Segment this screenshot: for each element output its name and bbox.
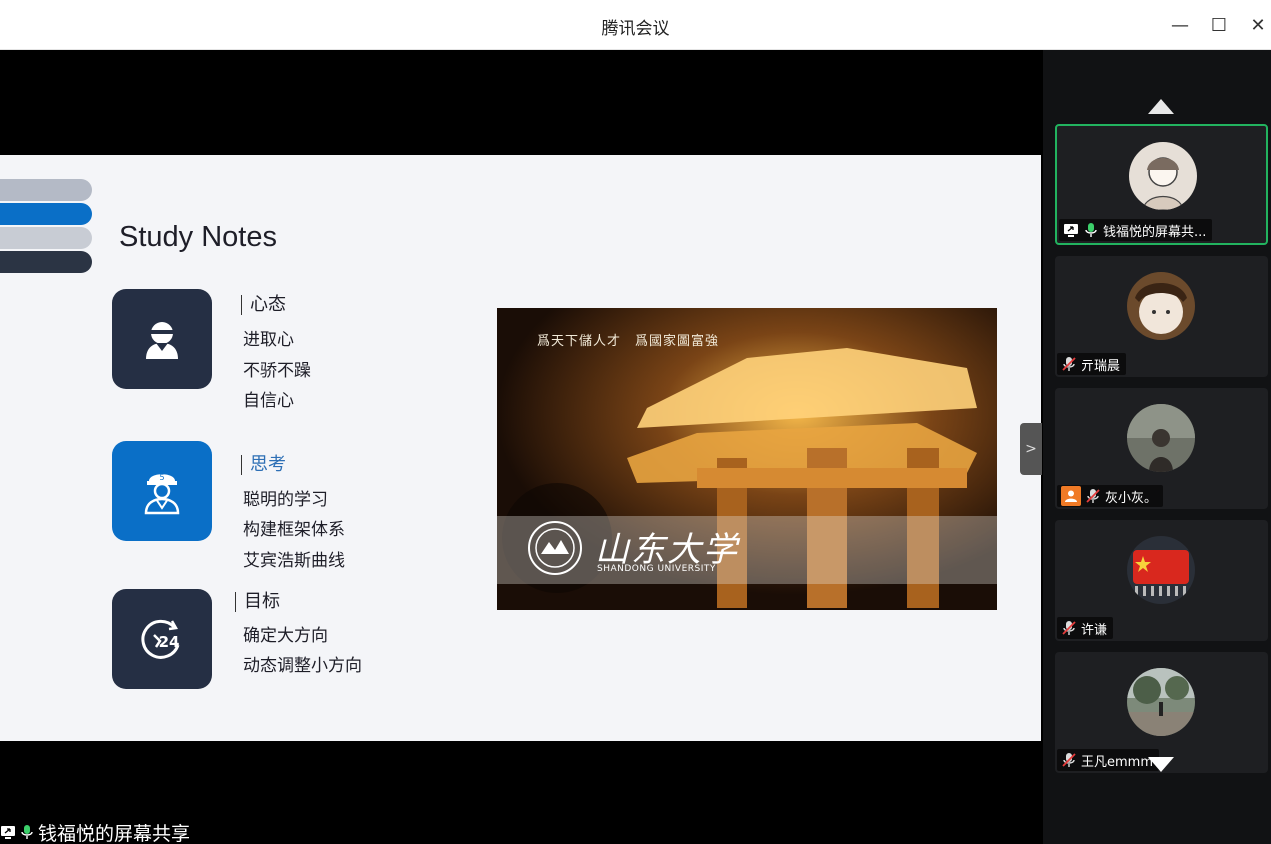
section-item: 聪明的学习 (243, 490, 328, 510)
mic-muted-icon (1061, 752, 1077, 768)
panel-collapse-button[interactable]: > (1020, 423, 1042, 475)
section-item: 不骄不躁 (243, 361, 311, 381)
section-heading-mindset: 心态 (241, 295, 286, 315)
decor-bar (0, 251, 92, 273)
participant-name-tag: 亓瑞晨 (1057, 353, 1127, 375)
presentation-slide: Study Notes 心态 进取心 不骄不躁 自信心 5 思考 聪明的学习 构… (0, 155, 1041, 741)
section-item: 自信心 (243, 391, 294, 411)
participant-name-tag: 许谦 (1057, 617, 1114, 639)
maximize-button[interactable]: ☐ (1206, 12, 1232, 38)
avatar (1127, 272, 1195, 340)
section-item: 进取心 (243, 330, 294, 350)
section-item: 构建框架体系 (243, 520, 345, 540)
participant-name: 王凡emmm (1081, 754, 1153, 770)
svg-text:24: 24 (159, 633, 180, 651)
decor-bar (0, 203, 92, 225)
scroll-down-arrow-icon[interactable] (1148, 757, 1174, 772)
avatar (1127, 536, 1195, 604)
mindset-icon-box (112, 289, 212, 389)
section-heading-thinking: 思考 (241, 455, 286, 475)
clock-24-icon: 24 (141, 619, 180, 659)
avatar (1129, 142, 1197, 210)
close-button[interactable]: ✕ (1245, 12, 1271, 38)
mic-icon (1083, 222, 1099, 238)
worker-icon: 5 (144, 473, 180, 515)
participant-tile[interactable]: 钱福悦的屏幕共... (1055, 124, 1268, 245)
scroll-up-arrow-icon[interactable] (1148, 99, 1174, 114)
screen-share-caption: 钱福悦的屏幕共享 (0, 820, 190, 844)
participant-name: 钱福悦的屏幕共... (1103, 224, 1207, 240)
screen-share-caption-text: 钱福悦的屏幕共享 (38, 822, 191, 844)
participant-name: 灰小灰。 (1105, 490, 1158, 506)
section-item: 确定大方向 (243, 626, 328, 646)
meeting-window: 腾讯会议 — ☐ ✕ Study Notes 心态 进取心 不骄不躁 自信心 5… (0, 0, 1271, 844)
screen-share-icon (1063, 222, 1079, 238)
university-name-en: SHANDONG UNIVERSITY (597, 564, 716, 574)
university-gate-photo: 爲天下儲人才 爲國家圖富強 山东大学 SHANDONG UNIVERSITY (497, 308, 997, 610)
user-headset-icon (146, 322, 178, 359)
decor-bar (0, 227, 92, 249)
participant-name-tag: 钱福悦的屏幕共... (1059, 219, 1213, 241)
section-item: 艾宾浩斯曲线 (243, 551, 345, 571)
screen-share-icon (0, 824, 16, 840)
participant-name-tag: 王凡emmm (1057, 749, 1159, 771)
participant-tile[interactable]: 亓瑞晨 (1055, 256, 1268, 377)
chevron-right-icon: > (1025, 441, 1037, 457)
mic-muted-icon (1085, 488, 1101, 504)
mic-muted-icon (1061, 620, 1077, 636)
svg-text:5: 5 (159, 473, 164, 482)
participant-tile[interactable]: 王凡emmm (1055, 652, 1268, 773)
section-item: 动态调整小方向 (243, 656, 362, 676)
slide-title: Study Notes (119, 221, 277, 253)
mic-muted-icon (1061, 356, 1077, 372)
decor-bar (0, 179, 92, 201)
thinking-icon-box: 5 (112, 441, 212, 541)
window-title: 腾讯会议 (601, 19, 670, 39)
avatar (1127, 404, 1195, 472)
participant-name-tag: 灰小灰。 (1057, 485, 1164, 507)
host-badge-icon (1061, 486, 1081, 506)
avatar (1127, 668, 1195, 736)
title-bar: 腾讯会议 — ☐ ✕ (0, 0, 1271, 50)
screen-share-view: Study Notes 心态 进取心 不骄不躁 自信心 5 思考 聪明的学习 构… (0, 50, 1043, 844)
section-heading-goal: 目标 (235, 592, 280, 612)
minimize-button[interactable]: — (1167, 12, 1193, 38)
participant-name: 亓瑞晨 (1081, 358, 1121, 374)
university-seal-icon (528, 521, 582, 575)
mic-icon (19, 824, 35, 840)
participant-tile[interactable]: 许谦 (1055, 520, 1268, 641)
participant-name: 许谦 (1081, 622, 1108, 638)
participant-tile[interactable]: 灰小灰。 (1055, 388, 1268, 509)
goal-icon-box: 24 (112, 589, 212, 689)
participant-panel: 钱福悦的屏幕共... 亓瑞晨 灰小灰。 许谦 王凡emmm (1043, 50, 1271, 844)
photo-motto: 爲天下儲人才 爲國家圖富強 (537, 334, 720, 349)
